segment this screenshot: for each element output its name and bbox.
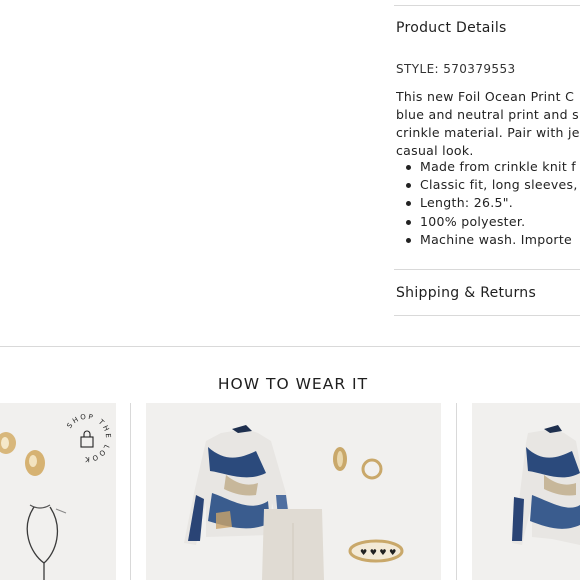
shop-the-look-badge[interactable]: SHOP THE LOOK: [60, 411, 114, 465]
shopping-bag-icon: [80, 430, 94, 448]
product-description: This new Foil Ocean Print C blue and neu…: [396, 88, 580, 160]
feature-item: Classic fit, long sleeves,: [404, 176, 578, 194]
feature-item: Machine wash. Importe: [404, 231, 578, 249]
shipping-top-rule: [394, 269, 580, 270]
feature-list: Made from crinkle knit f Classic fit, lo…: [404, 158, 578, 249]
look-card-2[interactable]: ♥ ♥ ♥ ♥: [146, 403, 441, 580]
blouse-image: [512, 425, 580, 545]
section-divider: [0, 346, 580, 347]
description-line: crinkle material. Pair with je: [396, 125, 580, 140]
how-to-wear-heading: HOW TO WEAR IT: [217, 375, 369, 393]
bangle-image: ♥ ♥ ♥ ♥: [348, 539, 404, 563]
shipping-bottom-rule: [394, 315, 580, 316]
svg-text:SHOP THE LOOK: SHOP THE LOOK: [65, 413, 112, 463]
top-rule: [394, 5, 580, 6]
look-card-3[interactable]: [472, 403, 580, 580]
svg-text:♥ ♥ ♥ ♥: ♥ ♥ ♥ ♥: [360, 548, 396, 557]
pants-image: [262, 509, 324, 580]
look-card-1[interactable]: SHOP THE LOOK: [0, 403, 116, 580]
card-divider: [130, 403, 131, 580]
description-line: This new Foil Ocean Print C: [396, 89, 575, 104]
outfit-image: ♥ ♥ ♥ ♥: [184, 425, 404, 580]
feature-item: Made from crinkle knit f: [404, 158, 578, 176]
product-details-toggle[interactable]: Product Details: [396, 20, 507, 36]
earrings-image: [333, 447, 383, 480]
card-divider: [456, 403, 457, 580]
feature-item: 100% polyester.: [404, 213, 578, 231]
style-number: STYLE: 570379553: [396, 62, 516, 76]
feature-item: Length: 26.5".: [404, 194, 578, 212]
shipping-returns-toggle[interactable]: Shipping & Returns: [396, 285, 536, 301]
description-line: blue and neutral print and s: [396, 107, 579, 122]
